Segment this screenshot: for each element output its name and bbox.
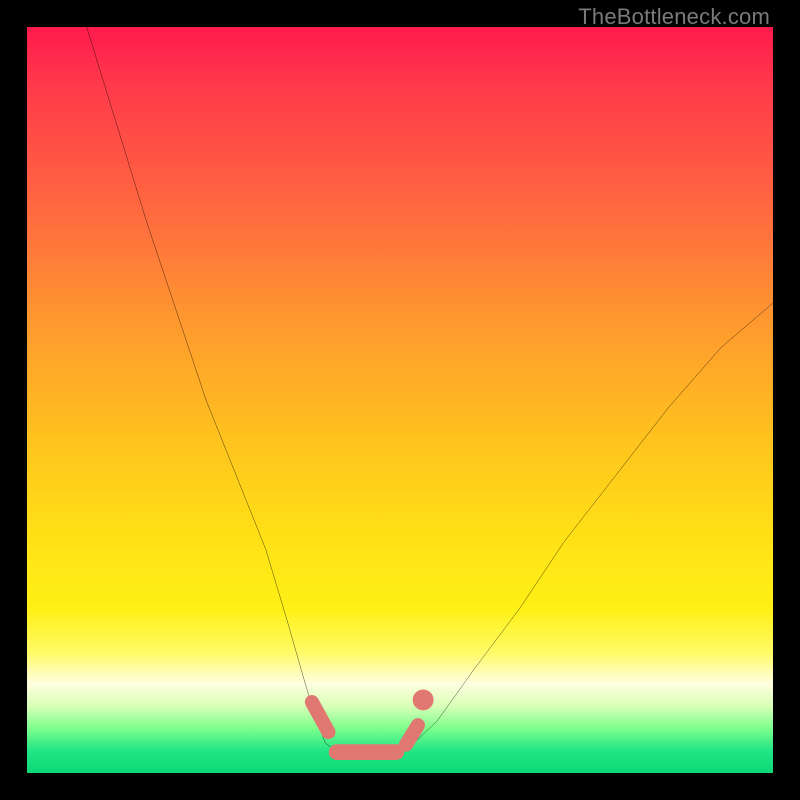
marker-blob — [312, 702, 328, 732]
bottleneck-curve — [87, 27, 773, 758]
valley-markers — [312, 693, 430, 752]
plot-area — [27, 27, 773, 773]
chart-svg — [27, 27, 773, 773]
marker-dot — [416, 693, 429, 706]
marker-blob — [406, 725, 418, 744]
chart-frame: TheBottleneck.com — [0, 0, 800, 800]
